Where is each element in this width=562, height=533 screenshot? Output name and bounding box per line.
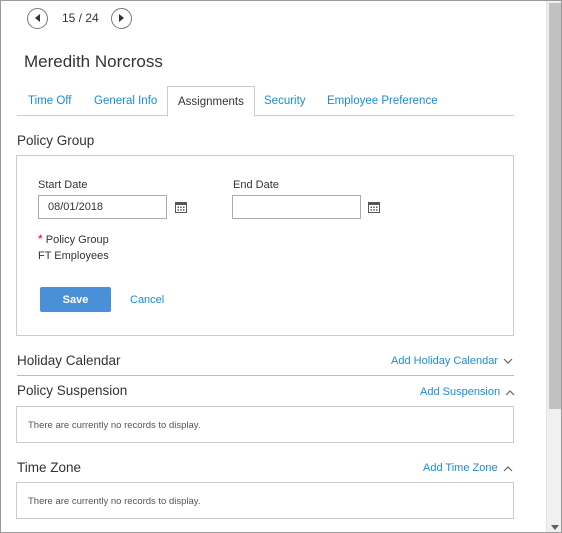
tab-general-info[interactable]: General Info	[84, 86, 167, 116]
scrollbar-thumb[interactable]	[549, 3, 561, 409]
chevron-up-icon	[503, 465, 513, 471]
chevron-down-icon	[503, 358, 513, 364]
tab-bar: Time Off General Info Assignments Securi…	[17, 86, 514, 117]
pager-position: 15 / 24	[62, 11, 99, 25]
calendar-icon[interactable]	[368, 201, 380, 213]
add-suspension-label: Add Suspension	[420, 386, 501, 398]
tab-assignments[interactable]: Assignments	[167, 86, 255, 117]
end-date-input[interactable]	[232, 195, 361, 219]
holiday-calendar-heading: Holiday Calendar	[17, 353, 121, 368]
tab-security[interactable]: Security	[254, 86, 316, 116]
policy-group-heading: Policy Group	[17, 133, 95, 148]
start-date-label: Start Date	[38, 179, 88, 191]
end-date-label: End Date	[233, 179, 279, 191]
arrow-left-icon	[34, 14, 40, 22]
policy-suspension-empty-message: There are currently no records to displa…	[28, 420, 201, 431]
add-time-zone-link[interactable]: Add Time Zone	[423, 462, 513, 474]
app-window: 15 / 24 Meredith Norcross Time Off Gener…	[0, 0, 562, 533]
tab-time-off[interactable]: Time Off	[18, 86, 81, 116]
policy-group-label-text: Policy Group	[45, 234, 109, 246]
policy-group-field-label: * Policy Group	[38, 232, 109, 246]
save-button[interactable]: Save	[40, 287, 111, 312]
arrow-right-icon	[119, 14, 125, 22]
calendar-icon[interactable]	[175, 201, 187, 213]
tab-employee-preference[interactable]: Employee Preference	[317, 86, 448, 116]
add-time-zone-label: Add Time Zone	[423, 462, 498, 474]
add-holiday-calendar-label: Add Holiday Calendar	[391, 355, 499, 367]
employee-name: Meredith Norcross	[24, 52, 163, 71]
policy-suspension-heading: Policy Suspension	[17, 383, 128, 398]
required-marker: *	[38, 232, 43, 246]
scroll-down-arrow-icon[interactable]	[551, 525, 559, 530]
add-suspension-link[interactable]: Add Suspension	[420, 386, 515, 398]
time-zone-heading: Time Zone	[17, 460, 82, 475]
previous-record-button[interactable]	[27, 7, 48, 29]
chevron-up-icon	[505, 389, 515, 395]
section-divider	[17, 375, 514, 376]
next-record-button[interactable]	[110, 7, 132, 29]
policy-group-value: FT Employees	[38, 250, 109, 262]
record-pager: 15 / 24	[27, 7, 132, 29]
add-holiday-calendar-link[interactable]: Add Holiday Calendar	[391, 355, 513, 367]
time-zone-empty-message: There are currently no records to displa…	[28, 496, 201, 507]
start-date-input[interactable]	[38, 195, 167, 219]
cancel-link[interactable]: Cancel	[130, 294, 164, 306]
vertical-scrollbar[interactable]	[546, 1, 561, 532]
content-area: 15 / 24 Meredith Norcross Time Off Gener…	[1, 1, 546, 532]
